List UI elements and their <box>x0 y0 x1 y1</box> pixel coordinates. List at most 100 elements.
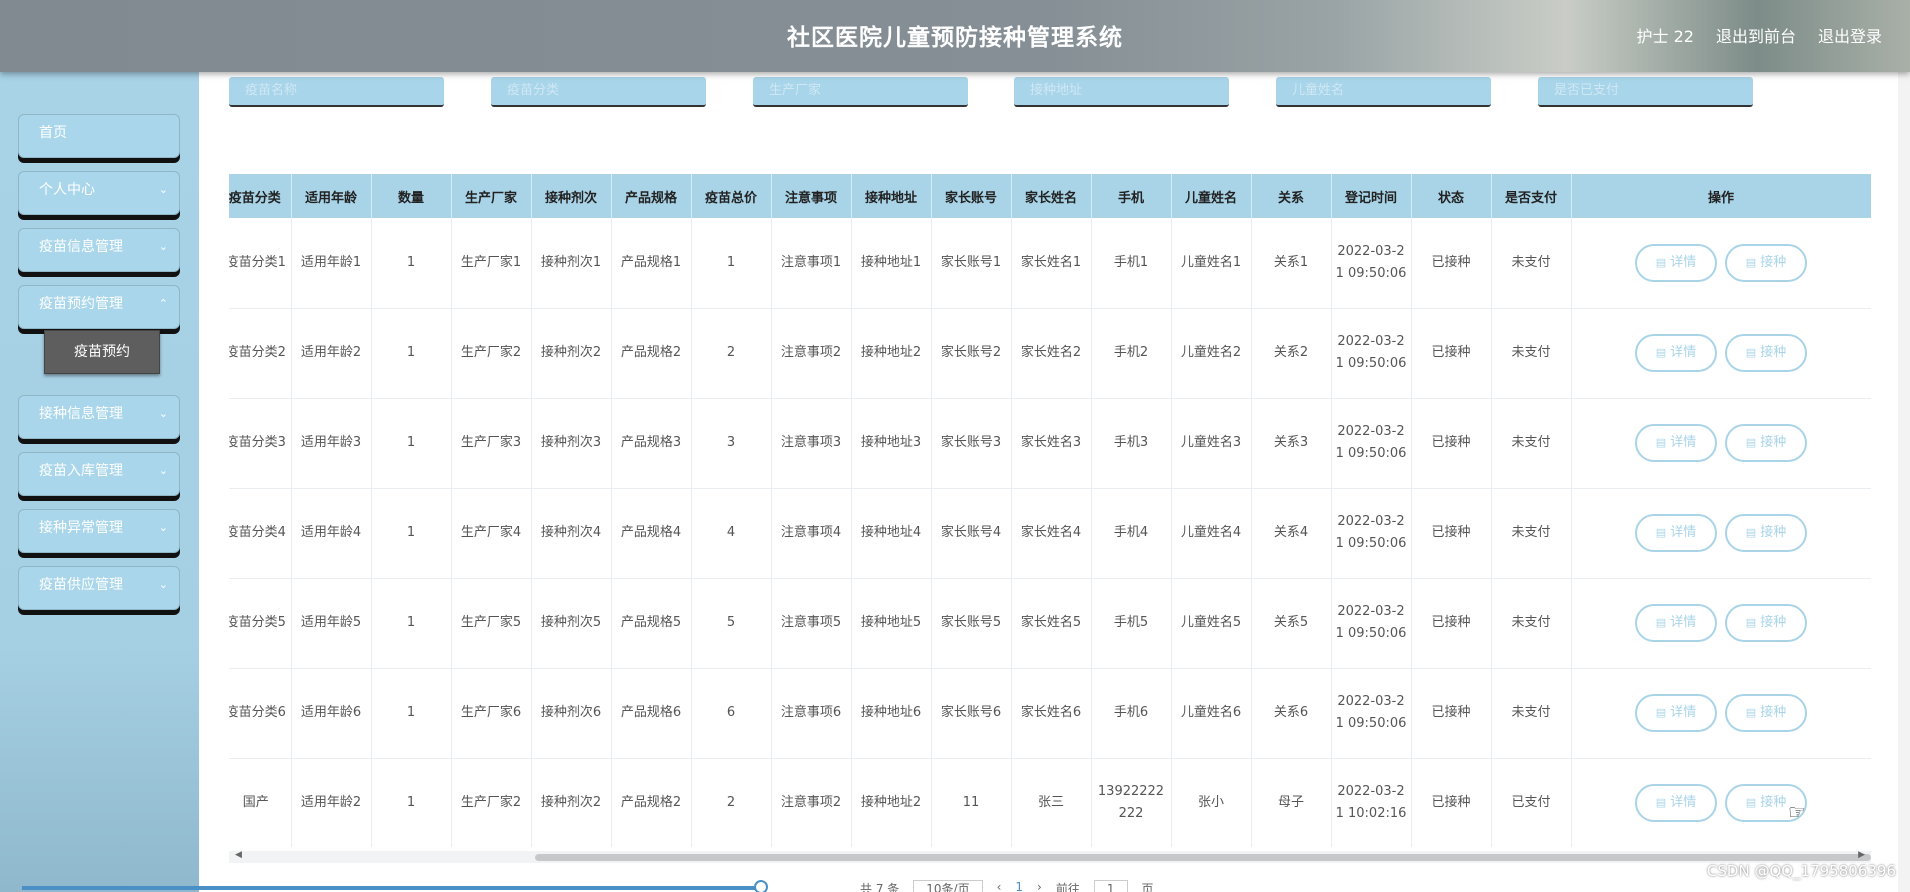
vaccinate-label: 接种 <box>1760 435 1787 450</box>
detail-button[interactable]: ▤ 详情 <box>1635 334 1717 372</box>
table-row: 疫苗分类2 适用年龄2 1 生产厂家2 接种剂次2 产品规格2 2 注意事项2 接种地址2 家长账… <box>229 308 1871 399</box>
next-page-icon[interactable]: › <box>1037 880 1042 892</box>
document-icon: ▤ <box>1655 346 1667 359</box>
detail-label: 详情 <box>1670 254 1697 270</box>
total-count: 共 7 条 <box>860 882 900 892</box>
goto-page-input[interactable]: 1 <box>1093 880 1128 892</box>
app-title: 社区医院儿童预防接种管理系统 <box>787 25 1123 51</box>
document-icon: ▤ <box>1655 796 1667 809</box>
table-cell: 关系2 <box>1251 308 1332 399</box>
detail-label: 详情 <box>1670 615 1697 630</box>
vertical-scrollbar[interactable] <box>1898 72 1910 892</box>
detail-button[interactable]: ▤ 详情 <box>1635 604 1717 642</box>
detail-button[interactable]: ▤ 详情 <box>1635 424 1717 462</box>
detail-button[interactable]: ▤ 详情 <box>1635 243 1717 282</box>
table-cell: 生产厂家2 <box>451 308 532 399</box>
table-cell: 2022-03-21 09:50:06 <box>1331 308 1412 399</box>
prev-page-icon[interactable]: ‹ <box>997 880 1002 892</box>
table-cell: 2022-03-21 09:50:06 <box>1331 398 1412 489</box>
detail-button[interactable]: ▤ 详情 <box>1635 784 1717 822</box>
table-cell: 接种地址2 <box>851 308 932 399</box>
table-cell: 1 <box>371 218 452 309</box>
vaccinate-button[interactable]: ▤ 接种 <box>1725 604 1807 642</box>
detail-label: 详情 <box>1670 345 1697 360</box>
scroll-right-icon[interactable]: ▶ <box>1858 850 1865 860</box>
table-cell: 接种剂次3 <box>531 398 612 489</box>
sidebar-item-vaccination-info[interactable]: 接种信息管理 ⌄ <box>18 395 180 439</box>
table-row: 疫苗分类3 适用年龄3 1 生产厂家3 接种剂次3 产品规格3 3 注意事项3 接种地址3 家长账… <box>229 398 1871 489</box>
table-cell: 1 <box>691 218 772 309</box>
column-header: 疫苗分类 <box>229 174 292 218</box>
page-size-select[interactable]: 10条/页 <box>913 880 983 892</box>
sidebar-item-vaccine-supply[interactable]: 疫苗供应管理 ⌄ <box>18 566 180 610</box>
table-cell: 2022-03-21 09:50:06 <box>1331 218 1412 309</box>
submenu-item-vaccine-appointment[interactable]: 疫苗预约 <box>44 330 160 374</box>
sidebar-item-vaccine-appointment[interactable]: 疫苗预约管理 ⌃ <box>18 285 180 329</box>
sidebar-item-vaccination-abnormal[interactable]: 接种异常管理 ⌄ <box>18 509 180 553</box>
table-cell: 适用年龄1 <box>291 218 372 309</box>
document-icon: ▤ <box>1655 616 1667 629</box>
table-cell: 已接种 <box>1411 398 1492 489</box>
vaccinate-button[interactable]: ▤ 接种 <box>1725 243 1807 282</box>
goto-label: 前往 <box>1055 882 1080 892</box>
vaccination-address-filter[interactable]: 接种地址 <box>1014 77 1229 107</box>
appointment-table: 疫苗分类 适用年龄 数量 生产厂家 接种剂次 产品规格 疫苗总价 注意事项 接种地址 家长账号 家长… <box>229 174 1871 847</box>
current-page[interactable]: 1 <box>1015 880 1023 892</box>
column-header: 家长账号 <box>931 174 1012 218</box>
sidebar-item-label: 疫苗入库管理 <box>39 463 123 479</box>
table-cell: 产品规格3 <box>611 398 692 489</box>
vaccine-category-filter[interactable]: 疫苗分类 <box>491 77 706 107</box>
table-cell: 张三 <box>1011 758 1092 847</box>
hand-cursor-icon: ☞ <box>1788 800 1806 824</box>
table-row: 疫苗分类1 适用年龄1 1 生产厂家1 接种剂次1 产品规格1 1 注意事项1 接种地址1 家长账… <box>229 218 1871 309</box>
column-header: 数量 <box>371 174 452 218</box>
table-cell: 1 <box>371 758 452 847</box>
vaccine-name-filter[interactable]: 疫苗名称 <box>229 77 444 107</box>
scrollbar-thumb[interactable] <box>535 854 1871 861</box>
sidebar-item-personal-center[interactable]: 个人中心 ⌄ <box>18 171 180 215</box>
table-cell: 未支付 <box>1491 668 1572 759</box>
table-row: 国产 适用年龄2 1 生产厂家2 接种剂次2 产品规格2 2 注意事项2 接种地址2 11 张三 13… <box>229 758 1871 847</box>
table-cell: 接种地址3 <box>851 398 932 489</box>
table-cell: 生产厂家6 <box>451 668 532 759</box>
detail-button[interactable]: ▤ 详情 <box>1635 514 1717 552</box>
horizontal-scrollbar[interactable]: ◀ ▶ <box>229 850 1871 863</box>
table-cell: 已接种 <box>1411 218 1492 309</box>
sidebar-item-vaccine-stock[interactable]: 疫苗入库管理 ⌄ <box>18 452 180 496</box>
chevron-down-icon: ⌄ <box>158 407 168 420</box>
vaccinate-button[interactable]: ▤ 接种 <box>1725 694 1807 732</box>
detail-button[interactable]: ▤ 详情 <box>1635 694 1717 732</box>
document-icon: ▤ <box>1655 436 1667 449</box>
vaccinate-button[interactable]: ▤ 接种 <box>1725 514 1807 552</box>
scroll-left-icon[interactable]: ◀ <box>235 850 242 860</box>
column-header: 状态 <box>1411 174 1492 218</box>
operations-cell: ▤ 详情 ▤ 接种 <box>1571 488 1871 579</box>
table-cell: 关系6 <box>1251 668 1332 759</box>
video-progress-bar[interactable] <box>22 880 768 892</box>
column-header: 疫苗总价 <box>691 174 772 218</box>
sidebar-item-label: 疫苗供应管理 <box>39 577 123 593</box>
table-cell: 接种剂次1 <box>531 218 612 309</box>
current-user: 护士 22 <box>1636 27 1694 46</box>
detail-label: 详情 <box>1670 795 1697 810</box>
vaccinate-button[interactable]: ▤ 接种 <box>1725 424 1807 462</box>
child-name-filter[interactable]: 儿童姓名 <box>1276 77 1491 107</box>
progress-knob[interactable] <box>754 880 768 892</box>
manufacturer-filter[interactable]: 生产厂家 <box>753 77 968 107</box>
table-cell: 适用年龄6 <box>291 668 372 759</box>
exit-to-front-link[interactable]: 退出到前台 <box>1716 23 1796 47</box>
sidebar-item-home[interactable]: 首页 <box>18 114 180 158</box>
table-cell: 接种剂次6 <box>531 668 612 759</box>
table-cell: 接种地址2 <box>851 758 932 847</box>
vaccinate-button[interactable]: ▤ 接种 <box>1725 334 1807 372</box>
table-cell: 5 <box>691 578 772 669</box>
operations-cell: ▤ 详情 ▤ 接种 <box>1571 668 1871 759</box>
table-cell: 手机1 <box>1091 218 1172 309</box>
table-cell: 产品规格4 <box>611 488 692 579</box>
payment-status-select[interactable]: 是否已支付 <box>1538 77 1753 107</box>
table-cell: 疫苗分类5 <box>229 578 292 669</box>
column-header: 儿童姓名 <box>1171 174 1252 218</box>
table-cell: 已支付 <box>1491 758 1572 847</box>
sidebar-item-vaccine-info[interactable]: 疫苗信息管理 ⌄ <box>18 228 180 272</box>
logout-link[interactable]: 退出登录 <box>1818 23 1882 47</box>
